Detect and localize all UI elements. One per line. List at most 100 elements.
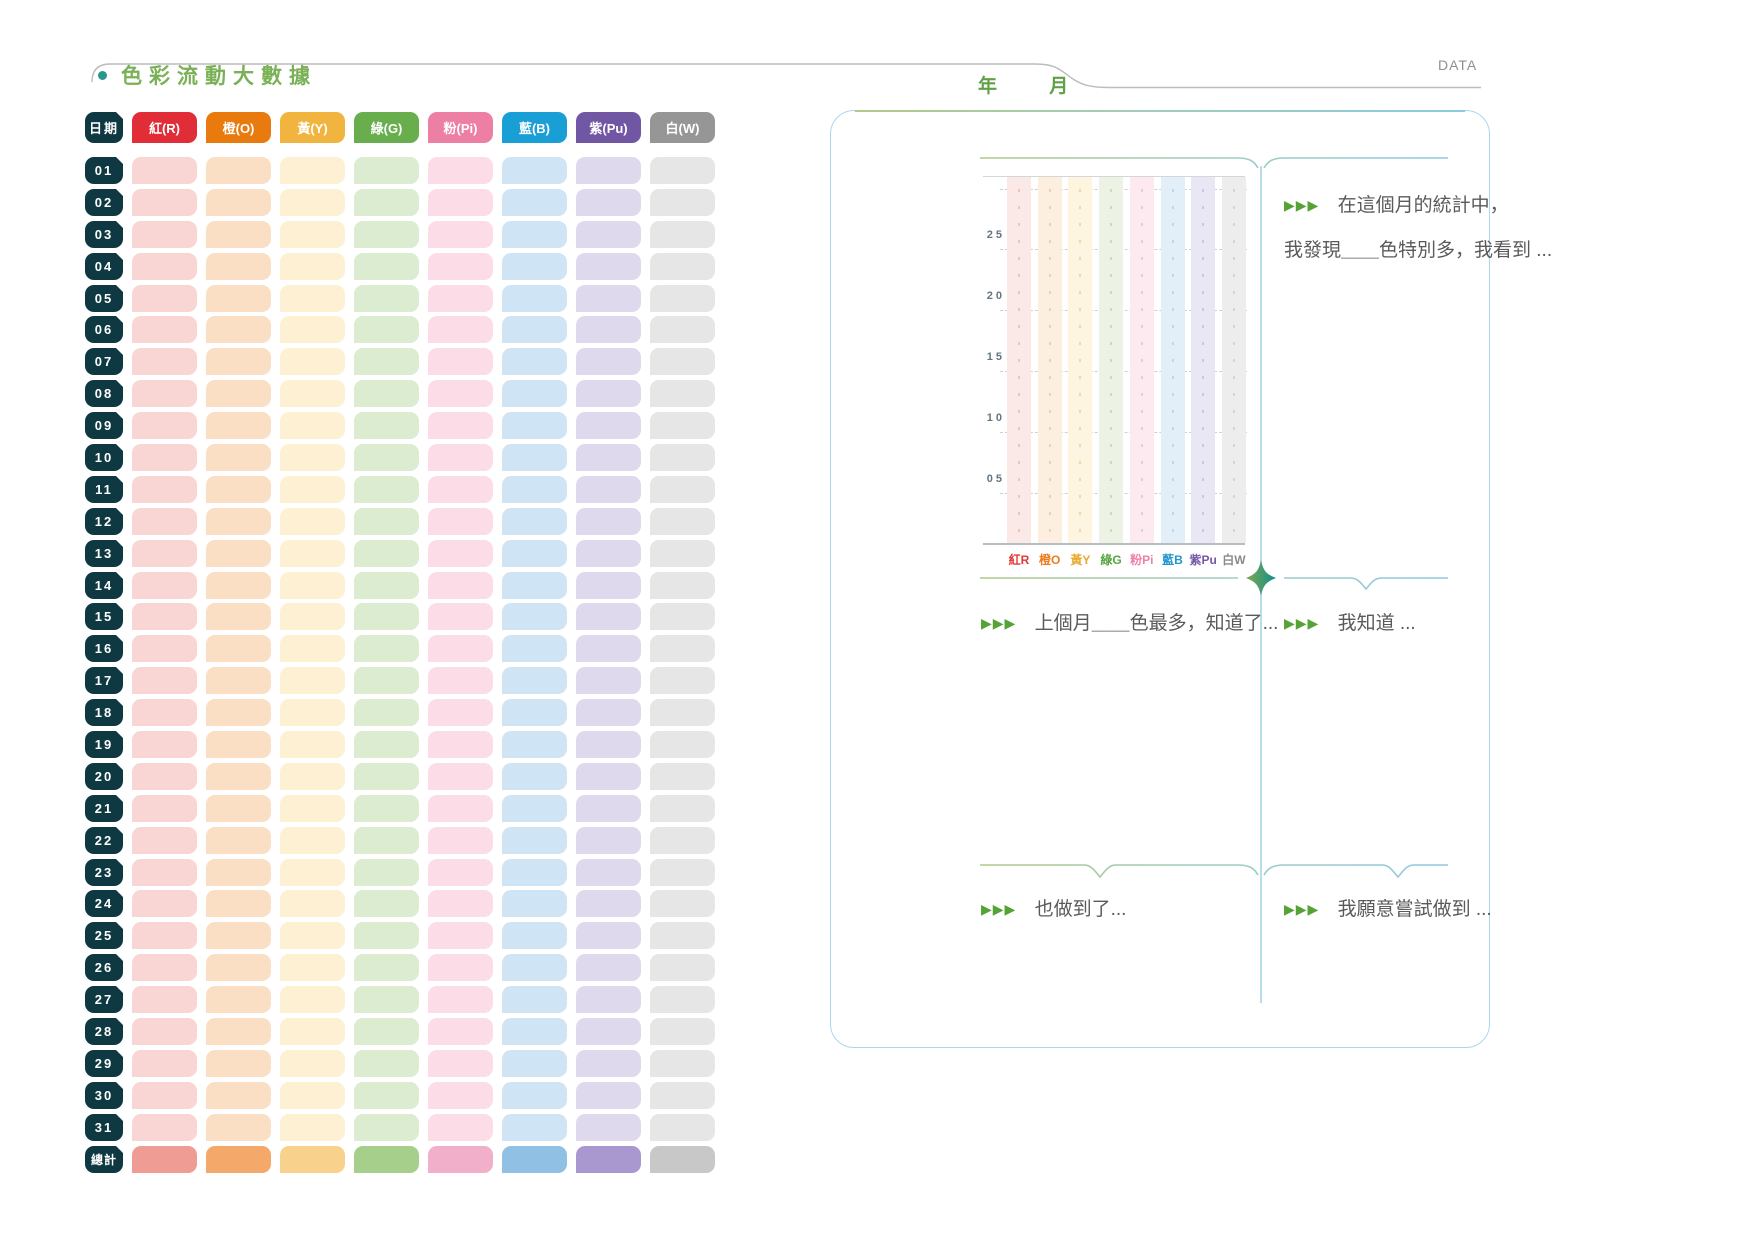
tally-cell-red[interactable] (132, 285, 197, 312)
tally-cell-yellow[interactable] (280, 635, 345, 662)
tally-cell-yellow[interactable] (280, 1050, 345, 1077)
tally-cell-green[interactable] (354, 699, 419, 726)
tally-cell-white[interactable] (650, 444, 715, 471)
tally-cell-pink[interactable] (428, 859, 493, 886)
tally-cell-pink[interactable] (428, 986, 493, 1013)
tally-cell-red[interactable] (132, 699, 197, 726)
tally-cell-yellow[interactable] (280, 922, 345, 949)
tally-cell-purple[interactable] (576, 699, 641, 726)
tally-cell-purple[interactable] (576, 795, 641, 822)
tally-cell-purple[interactable] (576, 572, 641, 599)
tally-cell-orange[interactable] (206, 922, 271, 949)
tally-cell-orange[interactable] (206, 221, 271, 248)
tally-cell-purple[interactable] (576, 1050, 641, 1077)
tally-cell-blue[interactable] (502, 1050, 567, 1077)
tally-cell-pink[interactable] (428, 316, 493, 343)
tally-cell-white[interactable] (650, 1114, 715, 1141)
total-cell-yellow[interactable] (280, 1146, 345, 1173)
tally-cell-white[interactable] (650, 1050, 715, 1077)
tally-cell-pink[interactable] (428, 731, 493, 758)
tally-cell-orange[interactable] (206, 348, 271, 375)
tally-cell-green[interactable] (354, 444, 419, 471)
tally-cell-blue[interactable] (502, 890, 567, 917)
total-cell-green[interactable] (354, 1146, 419, 1173)
tally-cell-white[interactable] (650, 476, 715, 503)
tally-cell-blue[interactable] (502, 699, 567, 726)
tally-cell-white[interactable] (650, 572, 715, 599)
tally-cell-blue[interactable] (502, 221, 567, 248)
tally-cell-blue[interactable] (502, 859, 567, 886)
total-cell-blue[interactable] (502, 1146, 567, 1173)
tally-cell-purple[interactable] (576, 986, 641, 1013)
tally-cell-yellow[interactable] (280, 540, 345, 567)
tally-cell-green[interactable] (354, 476, 419, 503)
tally-cell-orange[interactable] (206, 731, 271, 758)
tally-cell-green[interactable] (354, 763, 419, 790)
tally-cell-pink[interactable] (428, 444, 493, 471)
tally-cell-orange[interactable] (206, 508, 271, 535)
tally-cell-orange[interactable] (206, 1050, 271, 1077)
tally-cell-green[interactable] (354, 1114, 419, 1141)
tally-cell-blue[interactable] (502, 954, 567, 981)
tally-cell-green[interactable] (354, 922, 419, 949)
tally-cell-purple[interactable] (576, 890, 641, 917)
tally-cell-pink[interactable] (428, 253, 493, 280)
tally-cell-red[interactable] (132, 827, 197, 854)
tally-cell-blue[interactable] (502, 667, 567, 694)
tally-cell-orange[interactable] (206, 540, 271, 567)
tally-cell-yellow[interactable] (280, 572, 345, 599)
tally-cell-red[interactable] (132, 1050, 197, 1077)
tally-cell-green[interactable] (354, 508, 419, 535)
tally-cell-green[interactable] (354, 827, 419, 854)
tally-cell-pink[interactable] (428, 348, 493, 375)
tally-cell-yellow[interactable] (280, 890, 345, 917)
tally-cell-orange[interactable] (206, 189, 271, 216)
tally-cell-orange[interactable] (206, 603, 271, 630)
tally-cell-blue[interactable] (502, 508, 567, 535)
tally-cell-white[interactable] (650, 412, 715, 439)
tally-cell-pink[interactable] (428, 157, 493, 184)
tally-cell-green[interactable] (354, 285, 419, 312)
tally-cell-pink[interactable] (428, 603, 493, 630)
tally-cell-orange[interactable] (206, 795, 271, 822)
tally-cell-pink[interactable] (428, 1018, 493, 1045)
tally-cell-white[interactable] (650, 380, 715, 407)
tally-cell-pink[interactable] (428, 1050, 493, 1077)
tally-cell-orange[interactable] (206, 316, 271, 343)
tally-cell-orange[interactable] (206, 1018, 271, 1045)
tally-cell-red[interactable] (132, 731, 197, 758)
total-cell-pink[interactable] (428, 1146, 493, 1173)
total-cell-red[interactable] (132, 1146, 197, 1173)
tally-cell-purple[interactable] (576, 1082, 641, 1109)
tally-cell-red[interactable] (132, 412, 197, 439)
tally-cell-yellow[interactable] (280, 731, 345, 758)
tally-cell-orange[interactable] (206, 1082, 271, 1109)
tally-cell-green[interactable] (354, 603, 419, 630)
tally-cell-pink[interactable] (428, 412, 493, 439)
tally-cell-blue[interactable] (502, 253, 567, 280)
tally-cell-pink[interactable] (428, 380, 493, 407)
tally-cell-blue[interactable] (502, 1114, 567, 1141)
tally-cell-red[interactable] (132, 572, 197, 599)
tally-cell-blue[interactable] (502, 380, 567, 407)
tally-cell-green[interactable] (354, 157, 419, 184)
tally-cell-pink[interactable] (428, 635, 493, 662)
tally-cell-purple[interactable] (576, 157, 641, 184)
tally-cell-pink[interactable] (428, 285, 493, 312)
tally-cell-purple[interactable] (576, 1018, 641, 1045)
tally-cell-white[interactable] (650, 285, 715, 312)
tally-cell-orange[interactable] (206, 572, 271, 599)
total-cell-orange[interactable] (206, 1146, 271, 1173)
tally-cell-purple[interactable] (576, 189, 641, 216)
tally-cell-white[interactable] (650, 635, 715, 662)
tally-cell-red[interactable] (132, 540, 197, 567)
tally-cell-red[interactable] (132, 348, 197, 375)
tally-cell-white[interactable] (650, 189, 715, 216)
tally-cell-yellow[interactable] (280, 253, 345, 280)
tally-cell-yellow[interactable] (280, 954, 345, 981)
tally-cell-green[interactable] (354, 189, 419, 216)
tally-cell-red[interactable] (132, 444, 197, 471)
tally-cell-red[interactable] (132, 221, 197, 248)
tally-cell-blue[interactable] (502, 285, 567, 312)
tally-cell-red[interactable] (132, 253, 197, 280)
